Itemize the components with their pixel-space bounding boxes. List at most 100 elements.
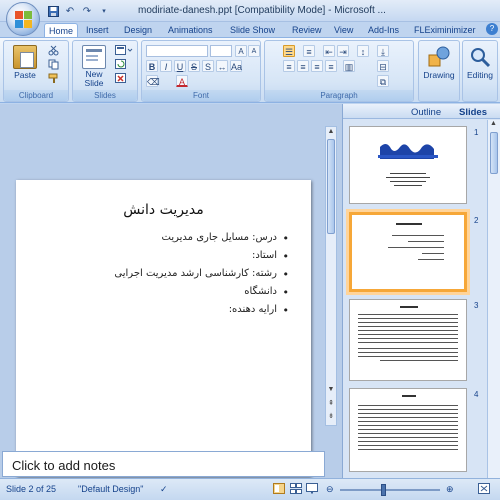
align-left-icon[interactable]: ≡ bbox=[283, 60, 295, 72]
slide-editing-area: مدیریت دانش درس: مسایل جاری مدیریت استاد… bbox=[0, 104, 343, 478]
font-group-label: Font bbox=[142, 90, 260, 101]
tab-insert[interactable]: Insert bbox=[82, 23, 113, 37]
tab-view[interactable]: View bbox=[330, 23, 357, 37]
tab-slide-show[interactable]: Slide Show bbox=[226, 23, 279, 37]
scroll-down-icon[interactable]: ▼ bbox=[326, 385, 336, 395]
scroll-thumb[interactable] bbox=[327, 139, 335, 234]
shapes-icon bbox=[427, 45, 451, 69]
scroll-up-icon[interactable]: ▲ bbox=[490, 120, 497, 127]
font-color-icon[interactable]: A bbox=[176, 75, 188, 87]
clipboard-group-label: Clipboard bbox=[4, 90, 68, 101]
slide-thumbnail-selected[interactable] bbox=[349, 212, 467, 292]
ribbon: Paste Clipboard New Slide Slides A A B I… bbox=[0, 37, 500, 103]
spelling-icon[interactable]: ✓ bbox=[160, 484, 168, 495]
slide-bullet: استاد: bbox=[49, 250, 289, 263]
numbering-icon[interactable]: ≡ bbox=[303, 45, 315, 57]
clear-format-icon[interactable]: ⌫ bbox=[146, 75, 160, 87]
font-size-combo[interactable] bbox=[210, 45, 232, 57]
bold-icon[interactable]: B bbox=[146, 60, 158, 72]
shrink-font-icon[interactable]: A bbox=[248, 45, 260, 57]
current-slide[interactable]: مدیریت دانش درس: مسایل جاری مدیریت استاد… bbox=[16, 180, 311, 477]
paste-button[interactable]: Paste bbox=[8, 43, 42, 87]
font-group: A A B I U S S ↔ Aa ⌫ A Font bbox=[141, 40, 261, 102]
help-icon[interactable]: ? bbox=[486, 23, 498, 35]
scroll-up-icon[interactable]: ▲ bbox=[326, 127, 336, 137]
office-button[interactable] bbox=[6, 2, 40, 36]
paste-label: Paste bbox=[14, 70, 36, 80]
thumbnail-2-content bbox=[388, 223, 444, 260]
fit-to-window-icon[interactable] bbox=[478, 483, 490, 496]
char-spacing-icon[interactable]: ↔ bbox=[216, 60, 228, 72]
editing-button[interactable]: Editing bbox=[463, 43, 497, 87]
delete-slide-icon[interactable] bbox=[115, 73, 126, 84]
drawing-group: Drawing bbox=[418, 40, 460, 102]
text-direction-icon[interactable]: ⤓ bbox=[377, 45, 389, 57]
slide-title[interactable]: مدیریت دانش bbox=[16, 202, 311, 218]
redo-icon[interactable]: ↷ bbox=[80, 4, 94, 18]
next-slide-icon[interactable]: ⇟ bbox=[326, 412, 336, 422]
thumbnail-1-content bbox=[378, 144, 438, 186]
undo-icon[interactable]: ↶ bbox=[63, 4, 77, 18]
align-right-icon[interactable]: ≡ bbox=[311, 60, 323, 72]
slides-pane-scrollbar[interactable]: ▲ bbox=[487, 120, 500, 478]
tab-fleximinimizer[interactable]: FLEximinimizer bbox=[410, 23, 480, 37]
slide-thumbnail[interactable] bbox=[349, 299, 467, 381]
italic-icon[interactable]: I bbox=[160, 60, 172, 72]
paragraph-group: ☰ ≡ ⇤ ⇥ ↕ ⤓ ≡ ≡ ≡ ≡ ▥ ⊟ ⧉ Paragraph bbox=[264, 40, 414, 102]
tab-animations[interactable]: Animations bbox=[164, 23, 217, 37]
customize-qat-icon[interactable]: ▾ bbox=[97, 4, 111, 18]
zoom-slider-thumb[interactable] bbox=[381, 484, 386, 496]
slide-show-icon[interactable] bbox=[306, 483, 318, 496]
slide-count-status: Slide 2 of 25 bbox=[6, 484, 57, 494]
paste-icon bbox=[13, 45, 37, 69]
align-center-icon[interactable]: ≡ bbox=[297, 60, 309, 72]
thumbnail-number: 1 bbox=[474, 128, 479, 137]
cut-icon[interactable] bbox=[48, 45, 59, 56]
align-text-icon[interactable]: ⊟ bbox=[377, 60, 389, 72]
office-logo-icon bbox=[15, 11, 32, 28]
quick-access-toolbar: ↶ ↷ ▾ bbox=[46, 4, 111, 18]
shadow-icon[interactable]: S bbox=[202, 60, 214, 72]
slides-group-label: Slides bbox=[73, 90, 137, 101]
strikethrough-icon[interactable]: S bbox=[188, 60, 200, 72]
slide-thumbnail[interactable] bbox=[349, 388, 467, 472]
change-case-icon[interactable]: Aa bbox=[230, 60, 242, 72]
tab-design[interactable]: Design bbox=[120, 23, 156, 37]
columns-icon[interactable]: ▥ bbox=[343, 60, 355, 72]
slide-bullet-list[interactable]: درس: مسایل جاری مدیریت استاد: رشته: کارش… bbox=[49, 232, 289, 322]
underline-icon[interactable]: U bbox=[174, 60, 186, 72]
slide-vertical-scrollbar[interactable]: ▲ ▼ ⇞ ⇟ bbox=[325, 126, 337, 426]
scroll-thumb[interactable] bbox=[490, 132, 498, 174]
thumbnail-number: 4 bbox=[474, 390, 479, 399]
layout-icon[interactable] bbox=[115, 45, 133, 56]
justify-icon[interactable]: ≡ bbox=[325, 60, 337, 72]
zoom-out-icon[interactable]: ⊖ bbox=[326, 484, 334, 495]
slide-thumbnail[interactable] bbox=[349, 126, 467, 204]
reset-icon[interactable] bbox=[115, 59, 126, 70]
tab-home[interactable]: Home bbox=[44, 23, 79, 37]
new-slide-button[interactable]: New Slide bbox=[77, 43, 111, 88]
line-spacing-icon[interactable]: ↕ bbox=[357, 45, 369, 57]
copy-icon[interactable] bbox=[48, 59, 59, 70]
save-icon[interactable] bbox=[46, 4, 60, 18]
drawing-button[interactable]: Drawing bbox=[422, 43, 456, 87]
zoom-slider[interactable] bbox=[340, 489, 440, 491]
slide-bullet: دانشگاه bbox=[49, 286, 289, 299]
tab-slides[interactable]: Slides bbox=[459, 106, 487, 119]
increase-indent-icon[interactable]: ⇥ bbox=[337, 45, 349, 57]
tab-outline[interactable]: Outline bbox=[411, 106, 441, 119]
smartart-icon[interactable]: ⧉ bbox=[377, 75, 389, 87]
font-name-combo[interactable] bbox=[146, 45, 208, 57]
previous-slide-icon[interactable]: ⇞ bbox=[326, 399, 336, 409]
theme-status: "Default Design" bbox=[78, 484, 144, 494]
zoom-in-icon[interactable]: ⊕ bbox=[446, 484, 454, 495]
tab-review[interactable]: Review bbox=[288, 23, 326, 37]
grow-font-icon[interactable]: A bbox=[235, 45, 247, 57]
decrease-indent-icon[interactable]: ⇤ bbox=[323, 45, 335, 57]
format-painter-icon[interactable] bbox=[48, 73, 59, 84]
tab-add-ins[interactable]: Add-Ins bbox=[364, 23, 403, 37]
notes-pane[interactable]: Click to add notes bbox=[2, 451, 325, 477]
bullets-icon[interactable]: ☰ bbox=[283, 45, 295, 57]
slide-sorter-icon[interactable] bbox=[290, 483, 302, 496]
normal-view-icon[interactable] bbox=[273, 483, 285, 496]
